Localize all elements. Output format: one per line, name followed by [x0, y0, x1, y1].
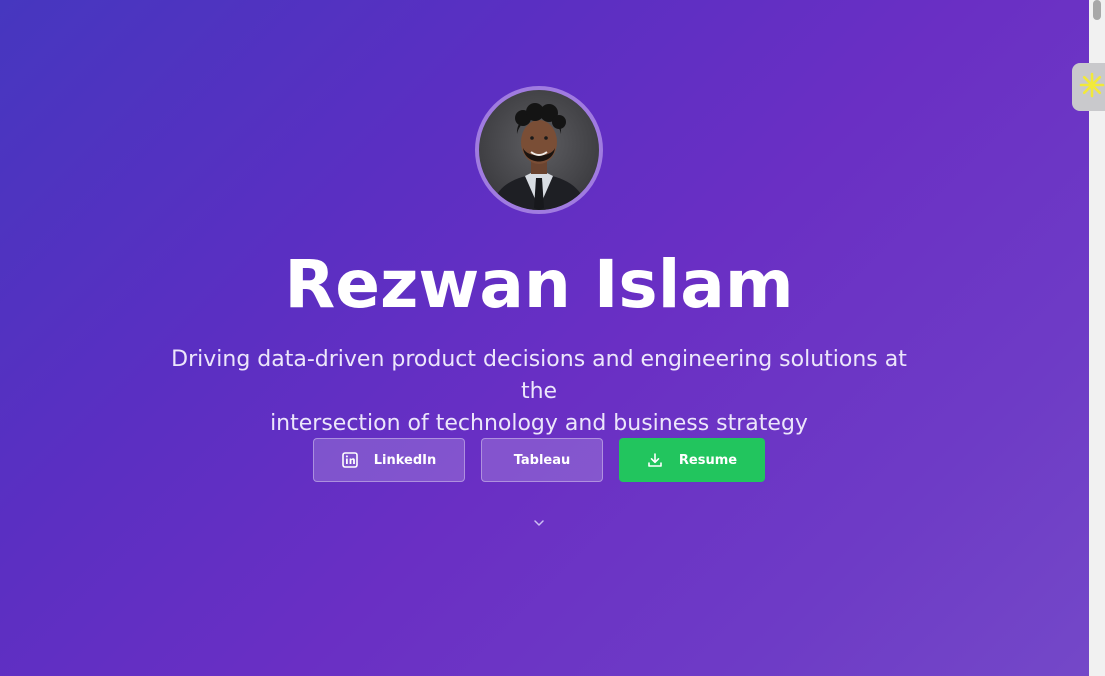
scrollbar-thumb[interactable]	[1093, 0, 1101, 20]
avatar	[475, 86, 603, 214]
tagline-line-1: Driving data-driven product decisions an…	[171, 347, 907, 404]
linkedin-button-label: LinkedIn	[373, 452, 437, 468]
hero-section: Rezwan Islam Driving data-driven product…	[0, 0, 1089, 676]
asterisk-sparkle-icon	[1078, 71, 1105, 104]
profile-photo	[491, 103, 587, 210]
linkedin-icon	[341, 452, 358, 468]
tagline: Driving data-driven product decisions an…	[150, 344, 928, 440]
chevron-down-icon[interactable]	[532, 516, 546, 528]
resume-button[interactable]: Resume	[619, 438, 765, 482]
extension-widget[interactable]	[1072, 63, 1105, 111]
download-icon	[647, 452, 663, 468]
linkedin-button[interactable]: LinkedIn	[313, 438, 465, 482]
tableau-button-label: Tableau	[513, 452, 571, 468]
resume-button-label: Resume	[678, 452, 738, 468]
tableau-button[interactable]: Tableau	[481, 438, 603, 482]
page-title: Rezwan Islam	[284, 246, 794, 323]
tagline-line-2: intersection of technology and business …	[270, 411, 808, 436]
